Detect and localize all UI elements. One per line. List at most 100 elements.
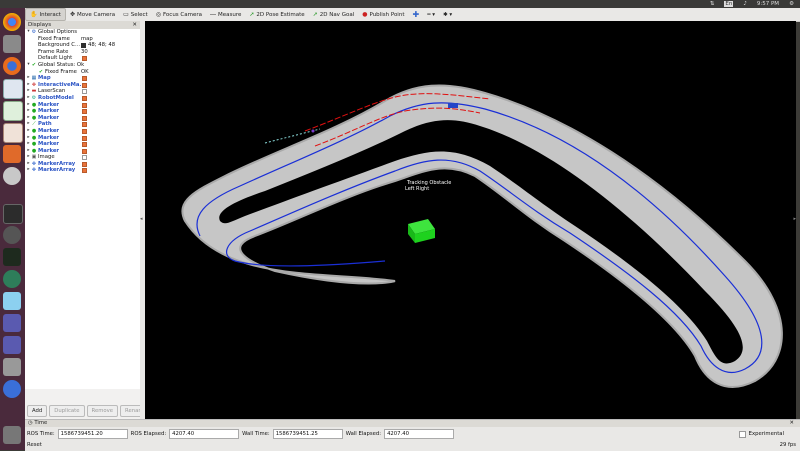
background-color-row[interactable]: Background C... 48; 48; 48 — [25, 42, 140, 49]
displays-button-bar: Add Duplicate Remove Rename — [25, 405, 152, 417]
wall-elapsed-field[interactable]: 4207.40 — [384, 429, 455, 439]
display-item-robotmodel[interactable]: ▸ ⚙ RobotModel — [25, 95, 140, 102]
display-item-laserscan[interactable]: ▸ ▬ LaserScan — [25, 88, 140, 95]
display-enable-checkbox[interactable] — [82, 89, 87, 95]
tool-2d-pose-estimate[interactable]: ➚ 2D Pose Estimate — [245, 9, 308, 20]
display-enable-checkbox[interactable] — [82, 142, 87, 148]
fixed-frame-status-row[interactable]: ✔ Fixed Frame OK — [25, 69, 140, 76]
system-indicators: ⇅ En ♪ 9:57 PM ⚙ — [710, 0, 794, 8]
terminal-icon[interactable] — [3, 204, 23, 224]
display-item-marker[interactable]: ▸ ● Marker — [25, 128, 140, 135]
display-item-marker[interactable]: ▸ ● Marker — [25, 108, 140, 115]
experimental-checkbox[interactable] — [738, 430, 746, 438]
system-top-bar: ⇅ En ♪ 9:57 PM ⚙ — [0, 0, 800, 8]
files-icon[interactable] — [3, 35, 21, 53]
display-item-map[interactable]: ▸ ▦ Map — [25, 75, 140, 82]
gear-icon: ⚙ — [31, 29, 37, 35]
display-enable-checkbox[interactable] — [82, 122, 87, 128]
measure-icon: ― — [210, 11, 217, 18]
color-swatch[interactable] — [81, 43, 86, 49]
display-enable-checkbox[interactable] — [82, 82, 87, 88]
clock[interactable]: 9:57 PM — [757, 1, 779, 7]
duplicate-button[interactable]: Duplicate — [49, 405, 85, 417]
image-icon: ▣ — [31, 154, 37, 161]
tool-options-icon: ✱ ▾ — [443, 11, 453, 18]
add-tool-button[interactable]: ✚ — [408, 9, 423, 20]
display-item-markerarray[interactable]: ▸ ✥ MarkerArray — [25, 161, 140, 168]
display-item-markerarray[interactable]: ▸ ✥ MarkerArray — [25, 167, 140, 174]
global-options-row[interactable]: ▾ ⚙ Global Options — [25, 29, 140, 36]
select-icon: ▭ — [123, 11, 129, 18]
writer-icon[interactable] — [3, 79, 23, 99]
display-enable-checkbox[interactable] — [82, 95, 87, 101]
settings-icon[interactable] — [3, 167, 21, 185]
display-enable-checkbox[interactable] — [82, 76, 87, 82]
archive-icon[interactable] — [3, 358, 21, 376]
frame-rate-row[interactable]: Frame Rate 30 — [25, 49, 140, 56]
display-item-interactivema[interactable]: ▸ ✥ InteractiveMa... — [25, 82, 140, 89]
tool-measure[interactable]: ― Measure — [206, 9, 245, 20]
software-center-icon[interactable] — [3, 145, 21, 163]
time-bar: ROS Time: 1586739451.20 ROS Elapsed: 420… — [27, 429, 784, 439]
green-obstacle-marker — [408, 219, 435, 243]
chrome-icon[interactable] — [3, 13, 21, 31]
launcher-bar — [0, 8, 25, 450]
network-manager-icon[interactable] — [3, 292, 21, 310]
tool-select[interactable]: ▭ Select — [119, 9, 152, 20]
sync-icon[interactable] — [3, 270, 21, 288]
tool-interact[interactable]: ✋ Interact — [25, 8, 66, 21]
close-panel-icon[interactable]: ✕ — [790, 420, 794, 427]
display-enable-checkbox[interactable] — [82, 161, 87, 167]
tool-move-camera[interactable]: ✥ Move Camera — [66, 9, 119, 20]
fixed-frame-row[interactable]: Fixed Frame map — [25, 36, 140, 43]
focus-camera-icon: ◎ — [155, 11, 161, 18]
display-item-marker[interactable]: ▸ ● Marker — [25, 115, 140, 122]
display-enable-checkbox[interactable] — [82, 168, 87, 174]
keyboard-icon[interactable]: En — [724, 1, 734, 7]
display-item-marker[interactable]: ▸ ● Marker — [25, 148, 140, 155]
3d-viewport[interactable]: Tracking Obstacle Left Right ▸ — [145, 21, 796, 419]
firefox-icon[interactable] — [3, 57, 21, 75]
calc-icon[interactable] — [3, 101, 23, 121]
display-enable-checkbox[interactable] — [82, 128, 87, 134]
remove-button[interactable]: Remove — [86, 405, 119, 417]
display-item-path[interactable]: ▸ ⟋ Path — [25, 121, 140, 128]
add-button[interactable]: Add — [27, 405, 48, 417]
display-item-marker[interactable]: ▸ ● Marker — [25, 102, 140, 109]
tool-focus-camera[interactable]: ◎ Focus Camera — [152, 9, 206, 20]
display-enable-checkbox[interactable] — [82, 148, 87, 154]
display-item-image[interactable]: ▸ ▣ Image — [25, 154, 140, 161]
tool-2d-nav-goal[interactable]: ➚ 2D Nav Goal — [309, 9, 359, 20]
display-enable-checkbox[interactable] — [82, 109, 87, 115]
display-enable-checkbox[interactable] — [82, 155, 87, 161]
display-item-marker[interactable]: ▸ ● Marker — [25, 135, 140, 142]
power-icon[interactable]: ⚙ — [789, 1, 794, 7]
network-icon[interactable]: ⇅ — [710, 1, 715, 7]
default-light-checkbox[interactable] — [82, 56, 87, 62]
rviz2-icon[interactable] — [3, 336, 21, 354]
tool-options-button[interactable]: ✱ ▾ — [439, 9, 456, 20]
impress-icon[interactable] — [3, 123, 23, 143]
media-player-icon[interactable] — [3, 380, 21, 398]
close-panel-icon[interactable]: ✕ — [132, 21, 137, 29]
global-status-row[interactable]: ▾ ✔ Global Status: Ok — [25, 62, 140, 69]
ros-time-field[interactable]: 1586739451.20 — [57, 429, 128, 439]
volume-icon[interactable]: ♪ — [743, 1, 747, 7]
ros-elapsed-field[interactable]: 4207.40 — [169, 429, 240, 439]
collapse-right-icon[interactable]: ▸ — [793, 216, 796, 222]
wall-time-field[interactable]: 1586739451.25 — [272, 429, 343, 439]
reset-button[interactable]: Reset — [27, 442, 42, 448]
default-light-row[interactable]: Default Light — [25, 55, 140, 62]
display-item-marker[interactable]: ▸ ● Marker — [25, 141, 140, 148]
arduino-icon[interactable] — [3, 226, 21, 244]
rviz-icon[interactable] — [3, 314, 21, 332]
display-enable-checkbox[interactable] — [82, 102, 87, 108]
display-enable-checkbox[interactable] — [82, 115, 87, 121]
tool-publish-point[interactable]: ● Publish Point — [358, 9, 408, 20]
trash-icon[interactable] — [3, 426, 21, 444]
clion-icon[interactable] — [3, 248, 21, 266]
display-item-label: LaserScan — [38, 88, 66, 95]
remove-tool-button[interactable]: ━ ▾ — [423, 9, 439, 20]
collapse-left-icon[interactable]: ◂ — [140, 216, 143, 222]
display-enable-checkbox[interactable] — [82, 135, 87, 141]
